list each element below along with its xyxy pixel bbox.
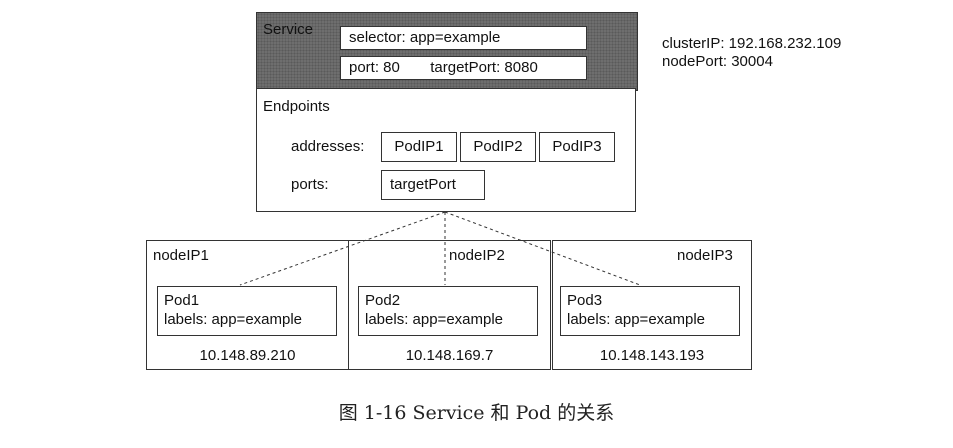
node-port: nodePort: 30004 xyxy=(662,53,773,70)
service-port: port: 80 xyxy=(349,59,400,76)
service-box: Service selector: app=example port: 80 t… xyxy=(256,12,638,91)
endpoints-box: Endpoints addresses: PodIP1 PodIP2 PodIP… xyxy=(256,88,636,212)
address-podip3: PodIP3 xyxy=(539,132,615,162)
addresses-label: addresses: xyxy=(291,138,365,155)
node-1-ip: 10.148.89.210 xyxy=(199,347,296,364)
ports-value: targetPort xyxy=(381,170,485,200)
pod-2-labels: labels: app=example xyxy=(365,311,504,328)
node-1-label: nodeIP1 xyxy=(153,247,209,264)
pod-1-labels: labels: app=example xyxy=(164,311,303,328)
service-target-port: targetPort: 8080 xyxy=(430,59,538,76)
node-2: nodeIP2 Pod2 labels: app=example 10.148.… xyxy=(348,240,551,370)
service-ports: port: 80 targetPort: 8080 xyxy=(340,56,587,80)
pod-3: Pod3 labels: app=example xyxy=(560,286,740,336)
node-2-ip: 10.148.169.7 xyxy=(405,347,494,364)
ports-label: ports: xyxy=(291,176,329,193)
node-3-ip: 10.148.143.193 xyxy=(599,347,705,364)
pod-1: Pod1 labels: app=example xyxy=(157,286,337,336)
pod-2-name: Pod2 xyxy=(365,292,401,309)
endpoints-title: Endpoints xyxy=(263,98,330,115)
address-podip2: PodIP2 xyxy=(460,132,536,162)
node-2-label: nodeIP2 xyxy=(449,247,505,264)
cluster-ip: clusterIP: 192.168.232.109 xyxy=(662,35,842,52)
service-selector: selector: app=example xyxy=(340,26,587,50)
node-3: nodeIP3 Pod3 labels: app=example 10.148.… xyxy=(552,240,752,370)
address-podip1: PodIP1 xyxy=(381,132,457,162)
pod-2: Pod2 labels: app=example xyxy=(358,286,538,336)
node-3-label: nodeIP3 xyxy=(677,247,733,264)
figure-caption: 图 1-16 Service 和 Pod 的关系 xyxy=(338,402,615,424)
pod-3-labels: labels: app=example xyxy=(567,311,706,328)
node-1: nodeIP1 Pod1 labels: app=example 10.148.… xyxy=(146,240,349,370)
service-title: Service xyxy=(263,21,314,38)
pod-3-name: Pod3 xyxy=(567,292,603,309)
pod-1-name: Pod1 xyxy=(164,292,200,309)
